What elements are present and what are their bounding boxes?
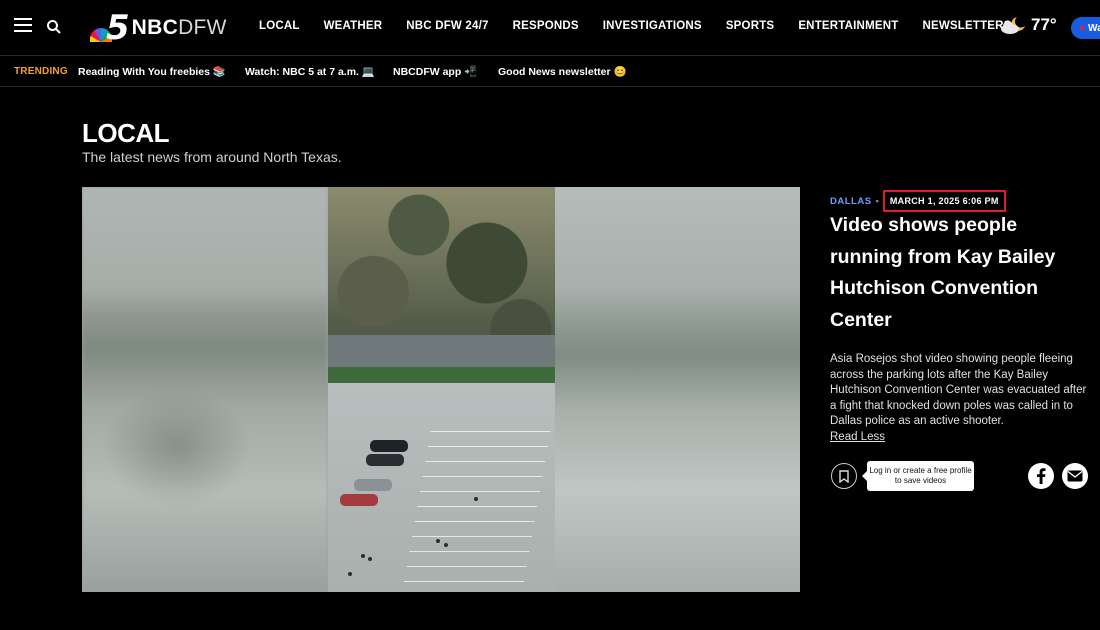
article-date: MARCH 1, 2025 6:06 PM [882,190,1006,212]
video-person [444,543,448,547]
video-blur-right [555,187,800,592]
video-frame [328,187,555,592]
main-nav: LOCAL WEATHER NBC DFW 24/7 RESPONDS INVE… [259,20,1036,32]
section-title: LOCAL [82,118,170,148]
video-person [474,497,478,501]
watch-label: Wa [1088,22,1100,34]
video-person [348,572,352,576]
logo-text: NBCDFW [131,16,227,39]
trending-item[interactable]: NBCDFW app 📲 [393,65,477,78]
live-dot-icon [1080,26,1084,30]
nav-weather[interactable]: WEATHER [324,20,383,32]
search-icon[interactable] [46,19,62,35]
section-subtitle: The latest news from around North Texas. [82,149,342,165]
video-car [366,454,404,466]
nav-nbcdfw-247[interactable]: NBC DFW 24/7 [406,20,488,32]
video-person [361,554,365,558]
video-player[interactable] [82,187,800,592]
nav-sports[interactable]: SPORTS [726,20,775,32]
email-share-button[interactable] [1062,463,1088,489]
site-logo[interactable]: 5 NBCDFW [90,8,227,48]
video-road [328,335,555,367]
partly-cloudy-night-icon [1001,17,1025,34]
video-car [370,440,408,452]
video-car [354,479,392,491]
article-headline[interactable]: Video shows people running from Kay Bail… [830,210,1070,336]
video-hedge [328,367,555,383]
weather-widget[interactable]: 77° [999,15,1057,35]
temperature: 77° [1031,15,1057,34]
site-header: 5 NBCDFW LOCAL WEATHER NBC DFW 24/7 RESP… [0,0,1100,56]
read-less-link[interactable]: Read Less [830,431,885,443]
trending-item[interactable]: Good News newsletter 😊 [498,65,627,78]
video-person [436,539,440,543]
video-person [368,557,372,561]
kicker-separator: • [875,195,879,207]
save-video-button[interactable] [831,463,857,489]
nav-responds[interactable]: RESPONDS [513,20,579,32]
nav-local[interactable]: LOCAL [259,20,300,32]
trending-label: TRENDING [14,66,68,77]
menu-icon[interactable] [14,18,32,32]
trending-bar: TRENDING Reading With You freebies 📚 Wat… [0,57,1100,87]
email-icon [1067,470,1083,482]
article-category[interactable]: DALLAS [830,196,872,207]
watch-live-button[interactable]: Wa [1071,17,1100,39]
article-description: Asia Rosejos shot video showing people f… [830,353,1087,427]
save-tooltip: Log in or create a free profile to save … [862,461,974,491]
facebook-icon [1037,468,1046,484]
trending-item[interactable]: Watch: NBC 5 at 7 a.m. 💻 [245,65,375,78]
facebook-share-button[interactable] [1028,463,1054,489]
video-car [340,494,378,506]
nav-entertainment[interactable]: ENTERTAINMENT [798,20,898,32]
trending-item[interactable]: Reading With You freebies 📚 [78,65,226,78]
article-kicker: DALLAS • MARCH 1, 2025 6:06 PM [830,190,1006,212]
nav-investigations[interactable]: INVESTIGATIONS [603,20,702,32]
logo-number: 5 [106,8,130,48]
video-blur-left [82,187,328,592]
bookmark-icon [839,469,849,483]
